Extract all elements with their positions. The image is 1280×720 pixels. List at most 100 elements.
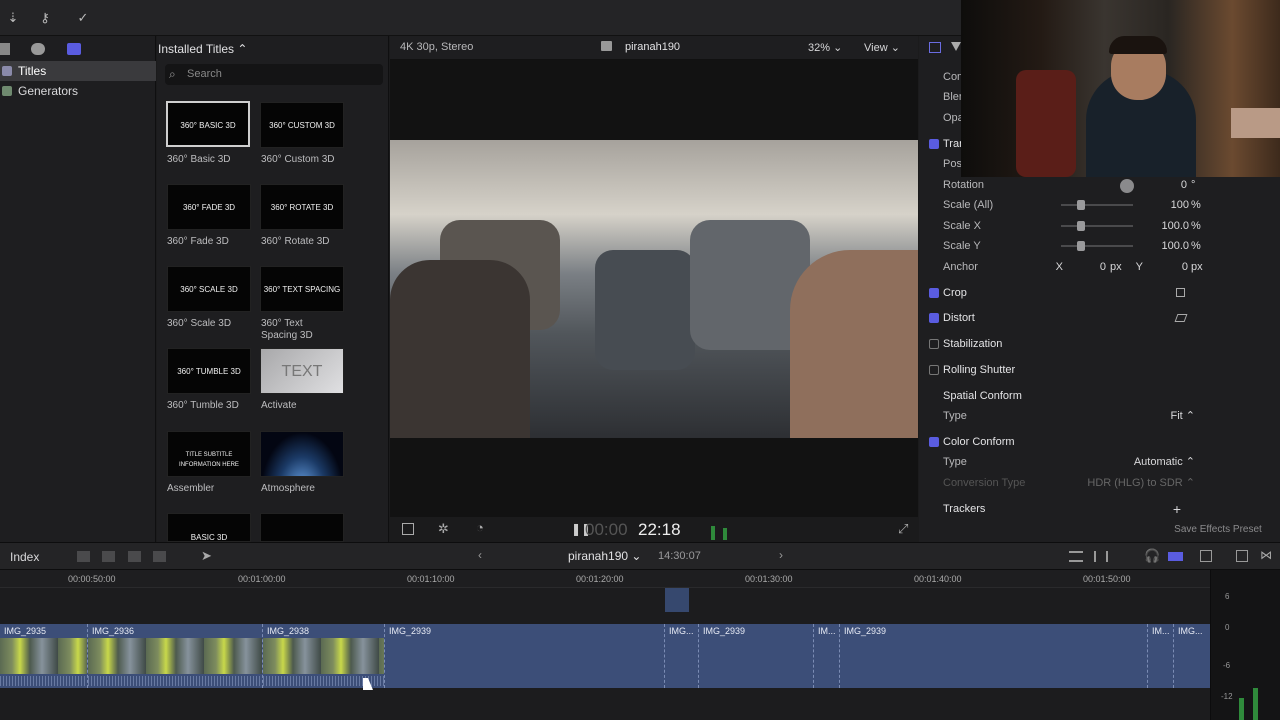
timeline-clip[interactable]: IMG_2936 xyxy=(88,624,263,688)
crop-checkbox[interactable] xyxy=(929,288,939,298)
rolling-shutter-row[interactable]: Rolling Shutter xyxy=(919,360,1280,380)
anchor-x-value[interactable]: 0 xyxy=(1079,257,1106,277)
title-thumb[interactable]: 360° ROTATE 3D xyxy=(260,184,344,230)
clip-appearance-icon[interactable] xyxy=(1200,550,1212,562)
previous-icon[interactable]: ‹ xyxy=(478,548,482,562)
crop-icon[interactable] xyxy=(1176,288,1185,297)
timeline-clip[interactable]: IMG_2935 xyxy=(0,624,88,688)
spatial-type-row[interactable]: Type Fit ⌃ xyxy=(919,406,1280,426)
rotation-dial[interactable] xyxy=(1120,179,1134,193)
crop-row[interactable]: Crop xyxy=(919,283,1280,303)
video-frame[interactable] xyxy=(390,140,918,438)
scale-all-row[interactable]: Scale (All) 100 % xyxy=(919,195,1280,215)
effects-icon[interactable] xyxy=(31,43,45,55)
color-type-popup[interactable]: Automatic ⌃ xyxy=(1099,452,1195,472)
title-thumb[interactable] xyxy=(260,431,344,477)
scale-y-row[interactable]: Scale Y 100.0 % xyxy=(919,236,1280,256)
speed-icon[interactable]: ◔ xyxy=(476,520,484,535)
scale-y-value[interactable]: 100.0 xyxy=(1139,236,1189,256)
title-thumb[interactable]: 360° BASIC 3D xyxy=(166,101,250,147)
rolling-shutter-checkbox[interactable] xyxy=(929,365,939,375)
timeline-clip[interactable]: IMG_2939 xyxy=(385,624,665,688)
timeline-clip[interactable]: IM... xyxy=(814,624,840,688)
timeline-clip[interactable]: IMG_2939 xyxy=(699,624,814,688)
color-conform-checkbox[interactable] xyxy=(929,437,939,447)
scale-all-slider[interactable] xyxy=(1061,200,1133,210)
distort-checkbox[interactable] xyxy=(929,313,939,323)
rotation-value[interactable]: 0 xyxy=(1139,175,1187,195)
insert-clip-icon[interactable] xyxy=(102,551,115,562)
append-clip-icon[interactable] xyxy=(128,551,141,562)
title-thumb[interactable]: 360° TUMBLE 3D xyxy=(167,348,251,394)
effects-browser-icon[interactable] xyxy=(1236,550,1248,562)
timeline-clip[interactable]: IMG... xyxy=(1174,624,1210,688)
trackers-row[interactable]: Trackers + xyxy=(919,499,1280,519)
scale-x-value[interactable]: 100.0 xyxy=(1139,216,1189,236)
transform-checkbox[interactable] xyxy=(929,139,939,149)
color-type-row[interactable]: Type Automatic ⌃ xyxy=(919,452,1280,472)
color-conform-row[interactable]: Color Conform xyxy=(919,432,1280,452)
title-thumb[interactable]: TITLE SUBTITLE INFORMATION HERE xyxy=(167,431,251,477)
view-menu[interactable]: View ⌄ xyxy=(864,41,900,54)
clapper-icon[interactable] xyxy=(0,43,10,55)
spatial-type-popup[interactable]: Fit ⌃ xyxy=(1119,406,1196,426)
timeline[interactable]: IMG_2935 IMG_2936 IMG_2938 IMG_2939 IMG.… xyxy=(0,588,1210,720)
connected-clip[interactable] xyxy=(665,588,689,612)
timeline-clip[interactable]: IMG... xyxy=(665,624,699,688)
sidebar-item-generators[interactable]: Generators xyxy=(0,81,156,101)
connect-clip-icon[interactable] xyxy=(77,551,90,562)
title-label: 360° Basic 3D xyxy=(167,154,231,165)
slider-knob[interactable] xyxy=(1077,200,1085,210)
select-tool-icon[interactable]: ➤ xyxy=(201,548,212,564)
fullscreen-icon[interactable]: ⤢ xyxy=(898,521,908,537)
save-effects-preset-button[interactable]: Save Effects Preset xyxy=(1159,522,1277,538)
stabilization-row[interactable]: Stabilization xyxy=(919,334,1280,354)
import-icon[interactable]: ⇣ xyxy=(0,8,26,28)
slider-knob[interactable] xyxy=(1077,221,1085,231)
transform-icon[interactable] xyxy=(402,523,414,535)
check-circle-icon[interactable]: ✓ xyxy=(70,8,96,28)
magic-wand-icon[interactable]: ✲ xyxy=(438,521,449,537)
title-thumb[interactable]: 360° CUSTOM 3D xyxy=(260,102,344,148)
transitions-icon[interactable]: ⋈ xyxy=(1260,548,1272,562)
overwrite-clip-icon[interactable] xyxy=(153,551,166,562)
scale-x-slider[interactable] xyxy=(1061,221,1133,231)
rotation-row[interactable]: Rotation 0 ° xyxy=(919,175,1280,195)
snapping-icon[interactable] xyxy=(1168,552,1183,561)
video-inspector-icon[interactable] xyxy=(929,42,941,53)
sidebar-item-titles[interactable]: Titles xyxy=(0,61,156,81)
timeline-clip[interactable]: IM... xyxy=(1148,624,1174,688)
distort-row[interactable]: Distort xyxy=(919,308,1280,328)
skimming-icon[interactable] xyxy=(1094,551,1108,562)
search-input[interactable]: Search xyxy=(187,68,222,80)
browser-header[interactable]: Installed Titles ⌃ xyxy=(158,42,388,56)
key-icon[interactable]: ⚷ xyxy=(32,8,58,28)
title-thumb[interactable]: 360° FADE 3D xyxy=(167,184,251,230)
timeline-project-menu[interactable]: piranah190 ⌄ xyxy=(568,549,641,563)
title-thumb[interactable]: 360° TEXT SPACING 3D xyxy=(260,266,344,312)
scale-y-slider[interactable] xyxy=(1061,241,1133,251)
next-icon[interactable]: › xyxy=(779,548,783,562)
slider-knob[interactable] xyxy=(1077,241,1085,251)
add-tracker-button[interactable]: + xyxy=(1169,499,1181,519)
zoom-menu[interactable]: 32% ⌄ xyxy=(808,41,842,54)
scale-x-row[interactable]: Scale X 100.0 % xyxy=(919,216,1280,236)
filter-icon[interactable] xyxy=(951,42,961,51)
titles-tab-icon[interactable] xyxy=(67,43,81,55)
distort-icon[interactable] xyxy=(1174,314,1188,322)
clip-filmstrip xyxy=(88,638,262,674)
zoom-to-fit-icon[interactable] xyxy=(1069,551,1083,562)
anchor-y-value[interactable]: 0 xyxy=(1159,257,1188,277)
title-thumb[interactable]: TEXT xyxy=(260,348,344,394)
timeline-clip[interactable]: IMG_2939 xyxy=(840,624,1148,688)
scale-all-value[interactable]: 100 xyxy=(1139,195,1189,215)
search-field[interactable]: ⌕ Search xyxy=(165,64,383,85)
anchor-row[interactable]: Anchor X 0 px Y 0 px xyxy=(919,257,1280,277)
headphones-icon[interactable]: 🎧 xyxy=(1144,548,1160,564)
title-thumb[interactable]: 360° SCALE 3D xyxy=(167,266,251,312)
title-thumb[interactable]: BASIC 3D xyxy=(167,513,251,542)
title-thumb[interactable] xyxy=(260,513,344,542)
stabilization-checkbox[interactable] xyxy=(929,339,939,349)
index-button[interactable]: Index xyxy=(10,550,39,564)
timeline-ruler[interactable]: 00:00:50:00 00:01:00:00 00:01:10:00 00:0… xyxy=(0,570,1210,588)
